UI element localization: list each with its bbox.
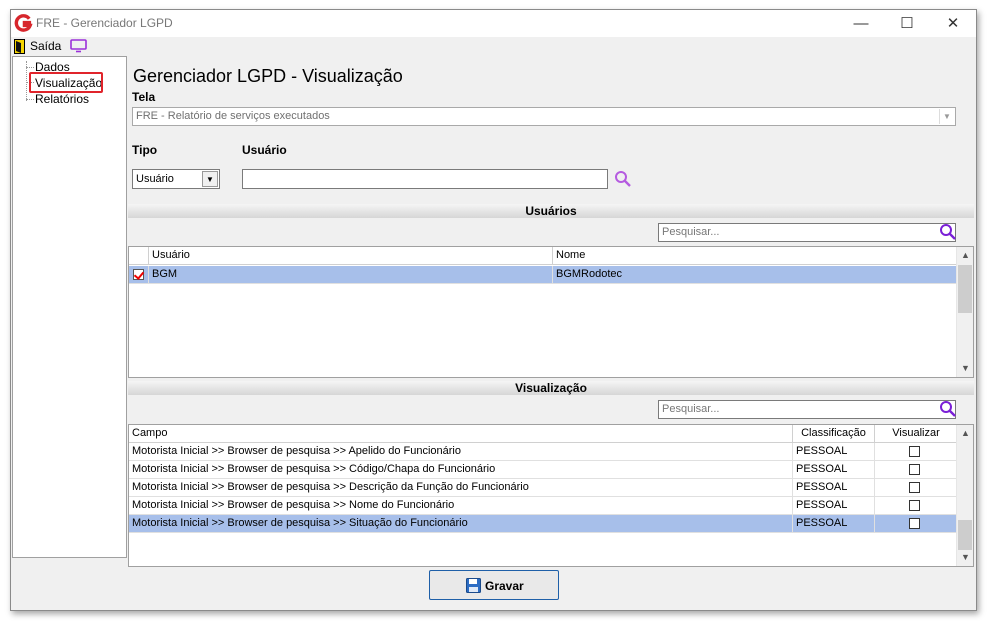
scroll-up-icon[interactable]: ▲ [957, 247, 973, 264]
monitor-icon[interactable] [70, 39, 87, 53]
scroll-up-icon[interactable]: ▲ [957, 425, 973, 442]
cell-campo: Motorista Inicial >> Browser de pesquisa… [129, 443, 793, 461]
exit-label[interactable]: Saída [30, 39, 61, 53]
cell-classificacao: PESSOAL [793, 497, 875, 515]
cell-visualizar[interactable] [875, 479, 957, 497]
table-row[interactable]: Motorista Inicial >> Browser de pesquisa… [129, 515, 957, 533]
grid-header: Usuário Nome [129, 247, 957, 265]
grid-header: Campo Classificação Visualizar [129, 425, 957, 443]
cell-visualizar[interactable] [875, 461, 957, 479]
exit-door-icon[interactable] [14, 39, 25, 54]
search-icon[interactable] [614, 170, 632, 188]
table-row[interactable]: Motorista Inicial >> Browser de pesquisa… [129, 461, 957, 479]
navigation-tree: Dados Visualização Relatórios [12, 56, 127, 558]
toolbar: Saída [11, 37, 976, 56]
visualizar-checkbox[interactable] [909, 482, 920, 493]
column-header-nome[interactable]: Nome [553, 247, 957, 265]
table-row[interactable]: BGM BGMRodotec [129, 266, 957, 284]
visualizar-checkbox[interactable] [909, 464, 920, 475]
usuario-label: Usuário [242, 143, 287, 157]
cell-classificacao: PESSOAL [793, 461, 875, 479]
minimize-button[interactable]: — [838, 10, 884, 37]
chevron-down-icon[interactable]: ▼ [202, 171, 218, 187]
search-icon[interactable] [939, 223, 957, 241]
row-checkbox[interactable] [133, 269, 144, 280]
app-logo-icon [14, 14, 33, 32]
tela-select-value: FRE - Relatório de serviços executados [136, 110, 330, 122]
row-check-cell[interactable] [129, 266, 149, 284]
close-button[interactable]: ✕ [930, 10, 976, 37]
usuarios-search-input[interactable]: Pesquisar... [658, 223, 956, 242]
tree-connector [26, 67, 34, 68]
cell-classificacao: PESSOAL [793, 443, 875, 461]
column-header-usuario[interactable]: Usuário [149, 247, 553, 265]
usuario-input[interactable] [242, 169, 608, 189]
selection-highlight [29, 72, 103, 93]
scrollbar-thumb[interactable] [958, 520, 972, 550]
window-title: FRE - Gerenciador LGPD [36, 16, 173, 30]
maximize-button[interactable]: ☐ [884, 10, 930, 37]
column-header-campo[interactable]: Campo [129, 425, 793, 443]
page-title: Gerenciador LGPD - Visualização [133, 66, 403, 86]
cell-visualizar[interactable] [875, 515, 957, 533]
title-bar: FRE - Gerenciador LGPD — ☐ ✕ [11, 10, 976, 37]
visualizar-checkbox[interactable] [909, 500, 920, 511]
usuarios-grid: Usuário Nome BGM BGMRodotec ▲ ▼ [128, 246, 974, 378]
chevron-down-icon[interactable]: ▼ [939, 109, 954, 124]
cell-usuario: BGM [149, 266, 553, 284]
visualizar-checkbox[interactable] [909, 446, 920, 457]
main-panel: Gerenciador LGPD - Visualização Tela FRE… [128, 56, 976, 567]
tree-item-relatorios[interactable]: Relatórios [35, 92, 89, 106]
scroll-down-icon[interactable]: ▼ [957, 360, 973, 377]
visualizacao-grid: Campo Classificação Visualizar Motorista… [128, 424, 974, 567]
cell-classificacao: PESSOAL [793, 515, 875, 533]
usuarios-section-title: Usuários [128, 204, 974, 218]
tela-label: Tela [132, 90, 156, 104]
floppy-disk-icon [466, 578, 481, 593]
cell-campo: Motorista Inicial >> Browser de pesquisa… [129, 461, 793, 479]
gravar-label: Gravar [485, 579, 524, 593]
scrollbar-thumb[interactable] [958, 265, 972, 313]
tipo-select-value: Usuário [136, 173, 174, 185]
visualizacao-section-title: Visualização [128, 381, 974, 395]
table-row[interactable]: Motorista Inicial >> Browser de pesquisa… [129, 443, 957, 461]
table-row[interactable]: Motorista Inicial >> Browser de pesquisa… [129, 479, 957, 497]
search-icon[interactable] [939, 400, 957, 418]
cell-campo: Motorista Inicial >> Browser de pesquisa… [129, 479, 793, 497]
search-placeholder: Pesquisar... [662, 226, 720, 238]
cell-visualizar[interactable] [875, 443, 957, 461]
cell-nome: BGMRodotec [556, 268, 623, 280]
tipo-select[interactable]: Usuário ▼ [132, 169, 220, 189]
tela-select[interactable]: FRE - Relatório de serviços executados ▼ [132, 107, 956, 126]
scroll-down-icon[interactable]: ▼ [957, 549, 973, 566]
grid-header-check [129, 247, 149, 265]
cell-visualizar[interactable] [875, 497, 957, 515]
visualizar-checkbox[interactable] [909, 518, 920, 529]
cell-classificacao: PESSOAL [793, 479, 875, 497]
tipo-label: Tipo [132, 143, 158, 157]
search-placeholder: Pesquisar... [662, 403, 720, 415]
app-window: FRE - Gerenciador LGPD — ☐ ✕ Saída Dados… [10, 9, 977, 611]
column-header-classificacao[interactable]: Classificação [793, 425, 875, 443]
tree-connector [26, 99, 34, 100]
cell-campo: Motorista Inicial >> Browser de pesquisa… [129, 515, 793, 533]
cell-campo: Motorista Inicial >> Browser de pesquisa… [129, 497, 793, 515]
visualizacao-search-input[interactable]: Pesquisar... [658, 400, 956, 419]
column-header-visualizar[interactable]: Visualizar [875, 425, 957, 443]
table-row[interactable]: Motorista Inicial >> Browser de pesquisa… [129, 497, 957, 515]
vertical-scrollbar[interactable]: ▲ ▼ [956, 247, 973, 377]
vertical-scrollbar[interactable]: ▲ ▼ [956, 425, 973, 566]
gravar-button[interactable]: Gravar [429, 570, 559, 600]
